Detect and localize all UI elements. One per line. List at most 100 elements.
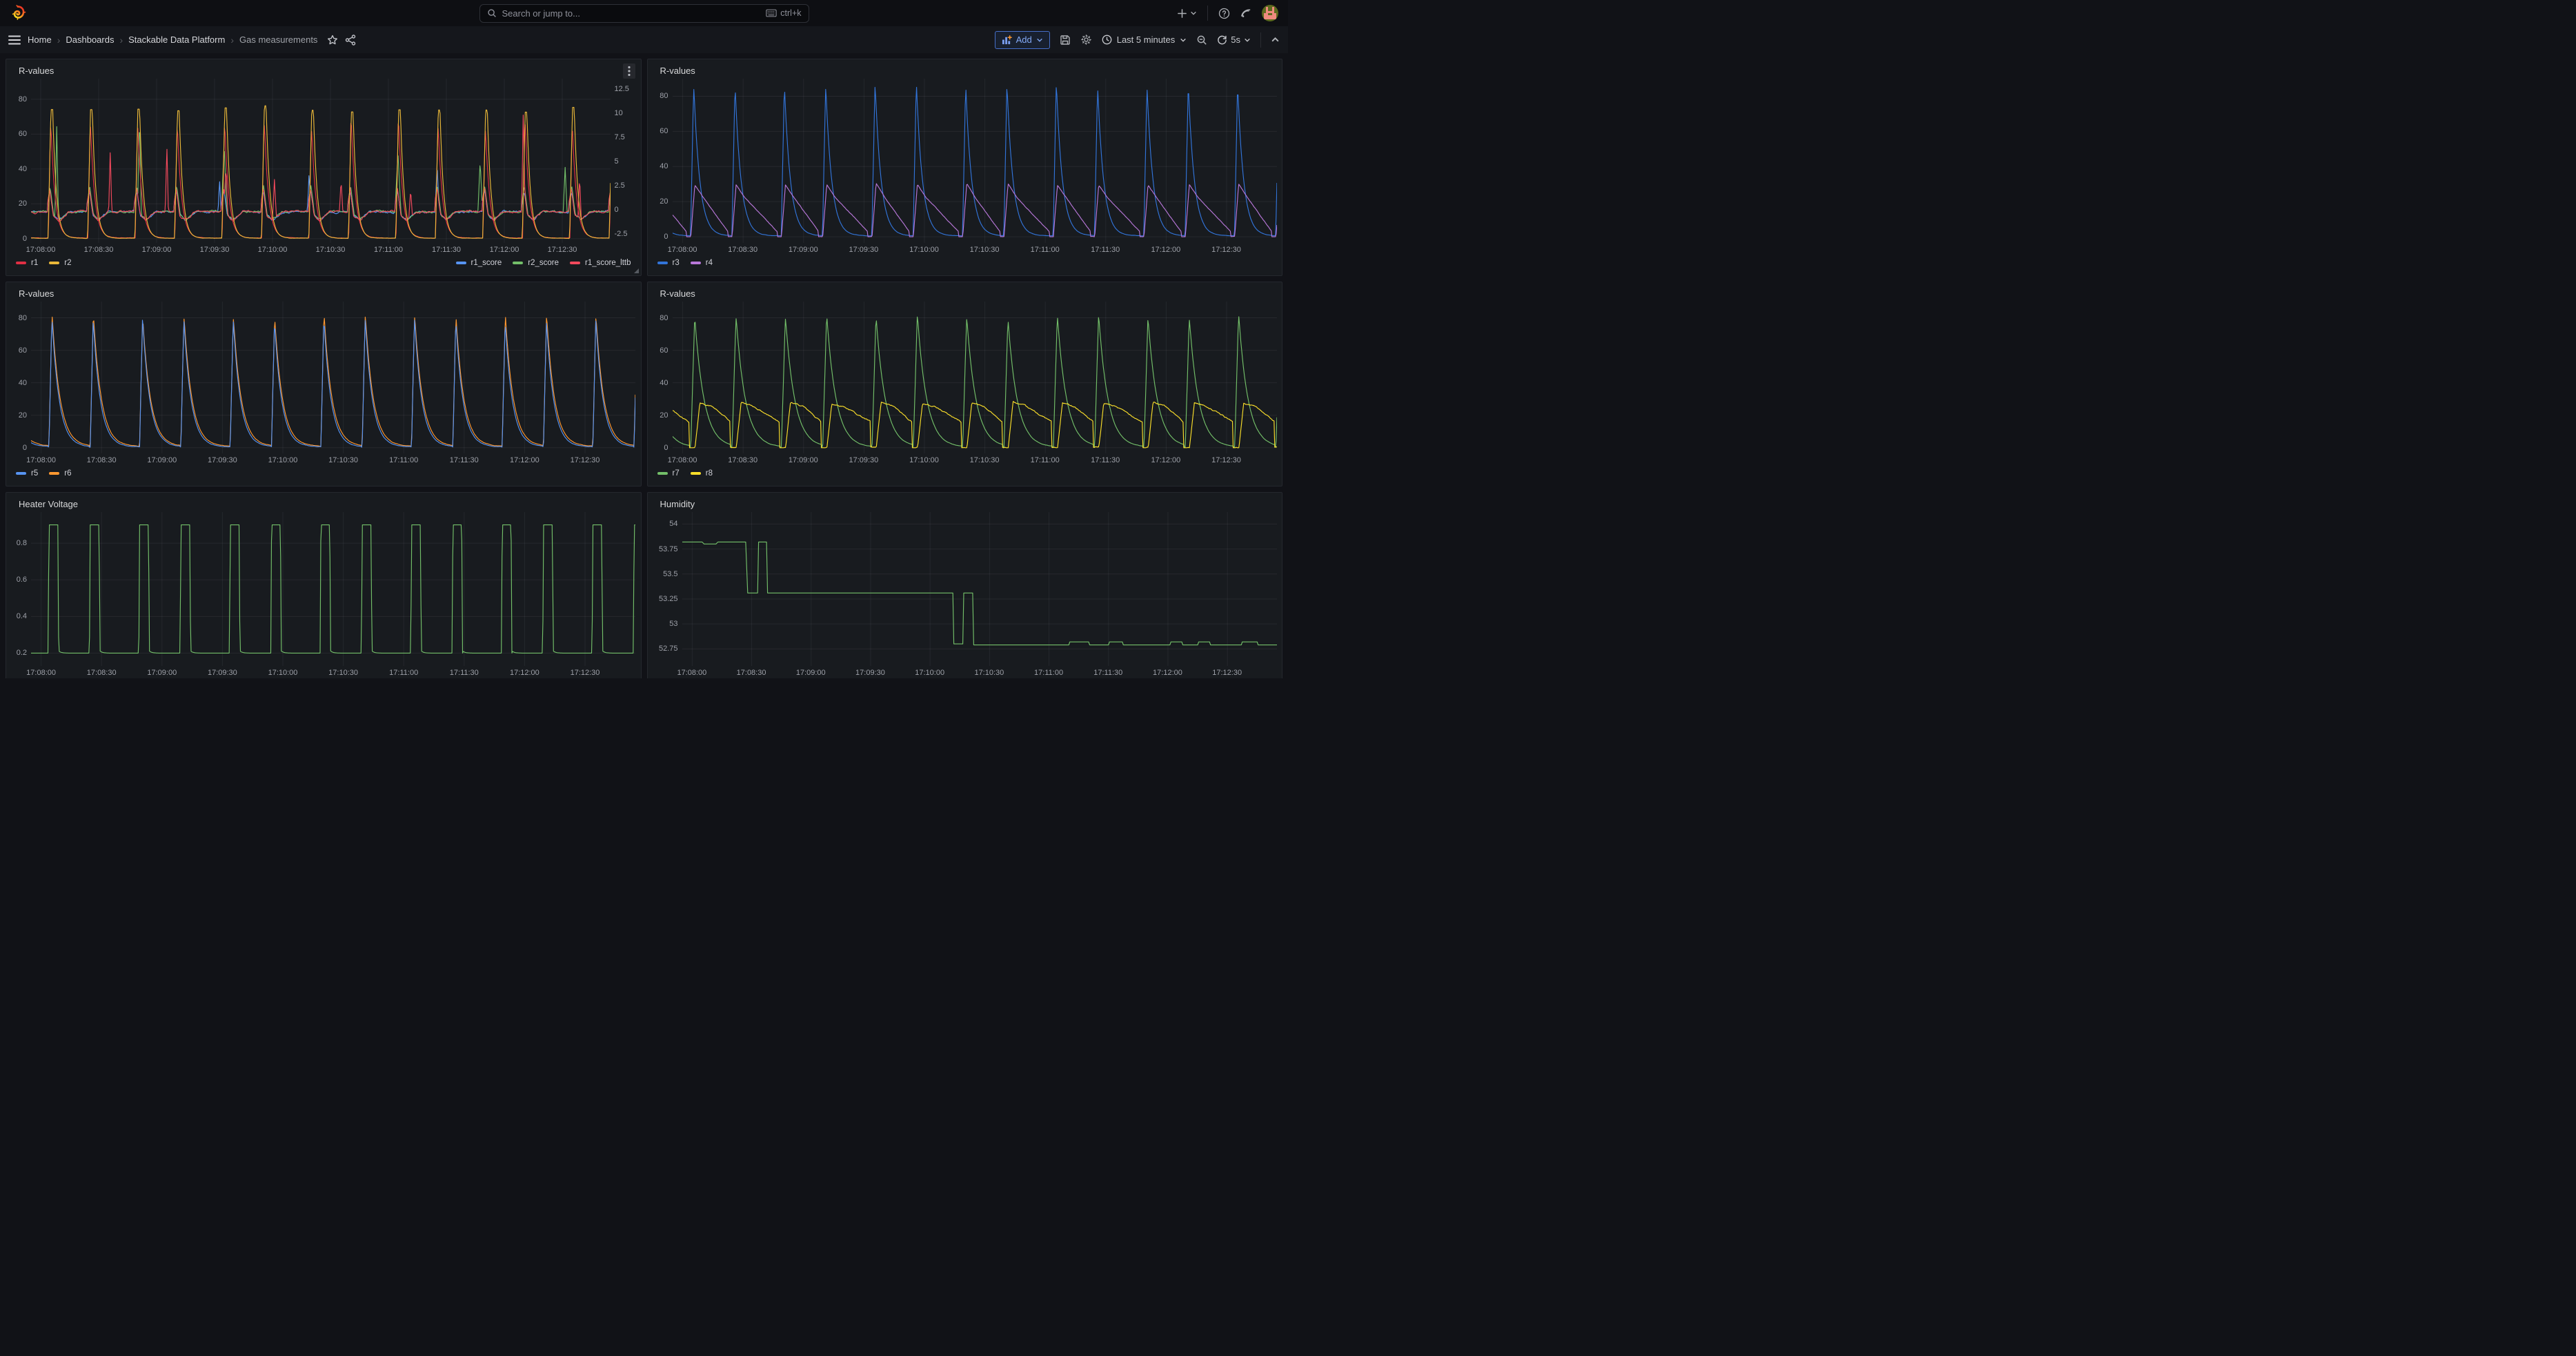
y-axis-label: 0 xyxy=(615,206,619,214)
x-axis-label: 17:12:30 xyxy=(1212,669,1242,677)
rss-news-button[interactable] xyxy=(1240,8,1251,19)
breadcrumb-separator: › xyxy=(119,35,123,46)
chart-canvas[interactable] xyxy=(673,79,1277,243)
legend-item-r2[interactable]: r2 xyxy=(49,259,71,267)
plot-area xyxy=(682,512,1277,666)
chart-canvas[interactable] xyxy=(673,302,1277,453)
panel-header[interactable]: R-values xyxy=(12,62,635,79)
x-axis-label: 17:11:00 xyxy=(1034,669,1063,677)
breadcrumb-separator: › xyxy=(230,35,234,46)
time-series-chart: 02040608017:08:0017:08:3017:09:0017:09:3… xyxy=(12,302,635,480)
x-axis-label: 17:12:30 xyxy=(548,246,577,254)
y-axis-label: 60 xyxy=(19,130,27,138)
legend-item-r4[interactable]: r4 xyxy=(691,259,713,267)
menu-icon[interactable] xyxy=(8,35,21,45)
y-axis-label: 40 xyxy=(19,165,27,173)
panel-title[interactable]: Heater Voltage xyxy=(19,499,78,509)
legend: r1 r2 r1_score r2_score r1_score_lttb xyxy=(12,255,635,270)
chevron-down-icon xyxy=(1036,37,1043,43)
y-axis-label: 5 xyxy=(615,157,619,166)
search-input[interactable]: Search or jump to... ctrl+k xyxy=(479,4,809,23)
panel-header[interactable]: R-values xyxy=(653,62,1277,79)
x-axis-label: 17:09:30 xyxy=(855,669,885,677)
time-series-chart: 020406080-2.502.557.51012.517:08:0017:08… xyxy=(12,79,635,270)
y-axis-label: 20 xyxy=(660,411,668,420)
x-axis-label: 17:11:00 xyxy=(374,246,403,254)
legend-item-r5[interactable]: r5 xyxy=(16,469,38,478)
x-axis-label: 17:11:30 xyxy=(432,246,461,254)
breadcrumb-dashboards[interactable]: Dashboards xyxy=(66,35,114,45)
x-axis-label: 17:10:30 xyxy=(970,246,1000,254)
new-plus-button[interactable] xyxy=(1177,8,1197,19)
panel-title[interactable]: R-values xyxy=(660,66,695,76)
panel-header[interactable]: R-values xyxy=(12,285,635,302)
breadcrumb-home[interactable]: Home xyxy=(28,35,52,45)
chevron-up-icon[interactable] xyxy=(1271,35,1280,44)
y-axis-label: 53.5 xyxy=(663,570,677,578)
gear-icon[interactable] xyxy=(1080,34,1092,46)
legend-item-r1[interactable]: r1 xyxy=(16,259,38,267)
plot-area xyxy=(31,79,611,243)
legend-item-r6[interactable]: r6 xyxy=(49,469,71,478)
panel-title[interactable]: R-values xyxy=(19,288,54,299)
x-axis: 17:08:0017:08:3017:09:0017:09:3017:10:00… xyxy=(31,453,635,465)
y-axis-label: 80 xyxy=(19,95,27,104)
x-axis-label: 17:11:30 xyxy=(1093,669,1122,677)
grafana-logo[interactable] xyxy=(10,5,26,21)
kebab-menu-icon[interactable] xyxy=(623,63,635,79)
legend-item-r7[interactable]: r7 xyxy=(657,469,680,478)
x-axis-label: 17:08:30 xyxy=(87,456,117,464)
y-axis-left: 020406080 xyxy=(653,302,673,453)
time-range-picker[interactable]: Last 5 minutes xyxy=(1102,35,1187,45)
add-button[interactable]: Add xyxy=(995,31,1050,49)
legend-item-r1_score[interactable]: r1_score xyxy=(456,259,502,267)
breadcrumb-folder[interactable]: Stackable Data Platform xyxy=(128,35,225,45)
y-axis-label: 53.75 xyxy=(659,545,678,553)
refresh-picker[interactable]: 5s xyxy=(1217,35,1251,45)
x-axis-label: 17:08:00 xyxy=(668,456,697,464)
y-axis-label: 60 xyxy=(19,346,27,355)
chart-canvas[interactable] xyxy=(682,512,1277,666)
dashboard-grid: R-values 020406080-2.502.557.51012.517:0… xyxy=(0,53,1288,678)
x-axis-label: 17:08:00 xyxy=(26,456,56,464)
panel-header[interactable]: Heater Voltage xyxy=(12,495,635,512)
y-axis-label: 53 xyxy=(669,620,677,628)
grafana-app: Search or jump to... ctrl+k xyxy=(0,0,1288,678)
legend-item-r2_score[interactable]: r2_score xyxy=(513,259,559,267)
x-axis-label: 17:11:30 xyxy=(1091,246,1120,254)
panel-header[interactable]: R-values xyxy=(653,285,1277,302)
legend-item-r8[interactable]: r8 xyxy=(691,469,713,478)
panel-title[interactable]: R-values xyxy=(660,288,695,299)
panel-title[interactable]: R-values xyxy=(19,66,54,76)
y-axis-label: -2.5 xyxy=(615,230,628,238)
x-axis-label: 17:09:00 xyxy=(142,246,172,254)
panel-title[interactable]: Humidity xyxy=(660,499,695,509)
legend-item-r1_score_lttb[interactable]: r1_score_lttb xyxy=(570,259,631,267)
panel-resize-handle[interactable] xyxy=(634,268,639,273)
x-axis-label: 17:09:00 xyxy=(796,669,826,677)
chart-canvas[interactable] xyxy=(31,79,611,243)
x-axis-label: 17:10:00 xyxy=(268,456,298,464)
y-axis-left: 52.755353.2553.553.7554 xyxy=(653,512,682,666)
chart-canvas[interactable] xyxy=(31,302,635,453)
star-icon[interactable] xyxy=(327,35,338,46)
breadcrumb: Home › Dashboards › Stackable Data Platf… xyxy=(28,35,317,46)
top-right-actions xyxy=(1177,5,1278,21)
y-axis-label: 80 xyxy=(660,314,668,322)
panel-heater-voltage: Heater Voltage 0.20.40.60.817:08:0017:08… xyxy=(6,492,642,678)
x-axis-label: 17:12:00 xyxy=(1153,669,1182,677)
chart-canvas[interactable] xyxy=(31,512,635,666)
x-axis-label: 17:12:30 xyxy=(571,669,600,677)
panel-header[interactable]: Humidity xyxy=(653,495,1277,512)
zoom-out-icon[interactable] xyxy=(1196,35,1207,46)
legend-item-r3[interactable]: r3 xyxy=(657,259,680,267)
save-icon[interactable] xyxy=(1060,35,1071,46)
time-series-chart: 02040608017:08:0017:08:3017:09:0017:09:3… xyxy=(653,302,1277,480)
share-icon[interactable] xyxy=(345,35,356,46)
x-axis-label: 17:09:30 xyxy=(208,669,237,677)
plot-area xyxy=(31,512,635,666)
y-axis-label: 40 xyxy=(660,162,668,170)
avatar[interactable] xyxy=(1262,5,1278,21)
help-button[interactable] xyxy=(1218,8,1230,19)
legend-swatch xyxy=(49,262,59,264)
